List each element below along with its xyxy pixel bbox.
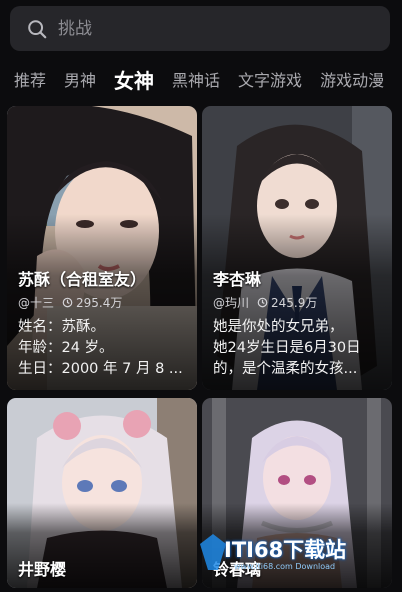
description-line: 姓名：苏酥。 xyxy=(18,319,105,335)
heat-count: 295.4万 xyxy=(76,296,123,310)
card-meta: @十三 295.4万 xyxy=(18,294,189,311)
description-line: 的，是个温柔的女孩... xyxy=(213,361,358,377)
author-name: @玙川 xyxy=(213,296,250,310)
character-card[interactable]: 井野樱 xyxy=(7,398,197,588)
heat-icon xyxy=(62,297,73,308)
description-line: 她是你处的女兄弟， xyxy=(213,319,344,335)
character-card[interactable]: 苏酥（合租室友） @十三 295.4万 姓名：苏酥。 年龄：24 岁。 生日：2… xyxy=(7,106,197,390)
search-input[interactable] xyxy=(58,18,358,39)
card-meta: @玙川 245.9万 xyxy=(213,294,384,311)
tab-game-anime[interactable]: 游戏动漫 xyxy=(320,67,384,91)
description-line: 她24岁生日是6月30日 xyxy=(213,340,361,356)
category-tabs: 推荐 男神 女神 黑神话 文字游戏 游戏动漫 xyxy=(0,60,402,98)
search-bar[interactable] xyxy=(10,6,390,51)
search-icon xyxy=(28,19,47,38)
tab-black-myth[interactable]: 黑神话 xyxy=(172,67,220,91)
site-watermark: ITI68下载站 www.iti68.com Download xyxy=(200,528,400,576)
watermark-logo-icon xyxy=(200,534,226,570)
tab-recommend[interactable]: 推荐 xyxy=(14,67,46,91)
tab-text-game[interactable]: 文字游戏 xyxy=(238,67,302,91)
character-description: 姓名：苏酥。 年龄：24 岁。 生日：2000 年 7 月 8 ... xyxy=(18,317,189,380)
character-name: 井野樱 xyxy=(18,560,67,579)
description-line: 生日：2000 年 7 月 8 ... xyxy=(18,361,183,377)
character-card[interactable]: 李杏琳 @玙川 245.9万 她是你处的女兄弟， 她24岁生日是6月30日 的，… xyxy=(202,106,392,390)
card-info: 井野樱 xyxy=(18,556,189,580)
heat-count: 245.9万 xyxy=(271,296,318,310)
character-name: 苏酥（合租室友） xyxy=(18,270,147,289)
watermark-text: ITI68下载站 xyxy=(224,538,347,562)
watermark-subtext: www.iti68.com Download xyxy=(234,562,336,571)
character-description: 她是你处的女兄弟， 她24岁生日是6月30日 的，是个温柔的女孩... xyxy=(213,317,384,380)
heat-icon xyxy=(257,297,268,308)
description-line: 年龄：24 岁。 xyxy=(18,340,114,356)
tab-goddess[interactable]: 女神 xyxy=(114,65,154,94)
card-info: 苏酥（合租室友） @十三 295.4万 姓名：苏酥。 年龄：24 岁。 生日：2… xyxy=(18,266,189,380)
card-info: 李杏琳 @玙川 245.9万 她是你处的女兄弟， 她24岁生日是6月30日 的，… xyxy=(213,266,384,380)
tab-male-god[interactable]: 男神 xyxy=(64,67,96,91)
author-name: @十三 xyxy=(18,296,55,310)
character-name: 李杏琳 xyxy=(213,270,262,289)
